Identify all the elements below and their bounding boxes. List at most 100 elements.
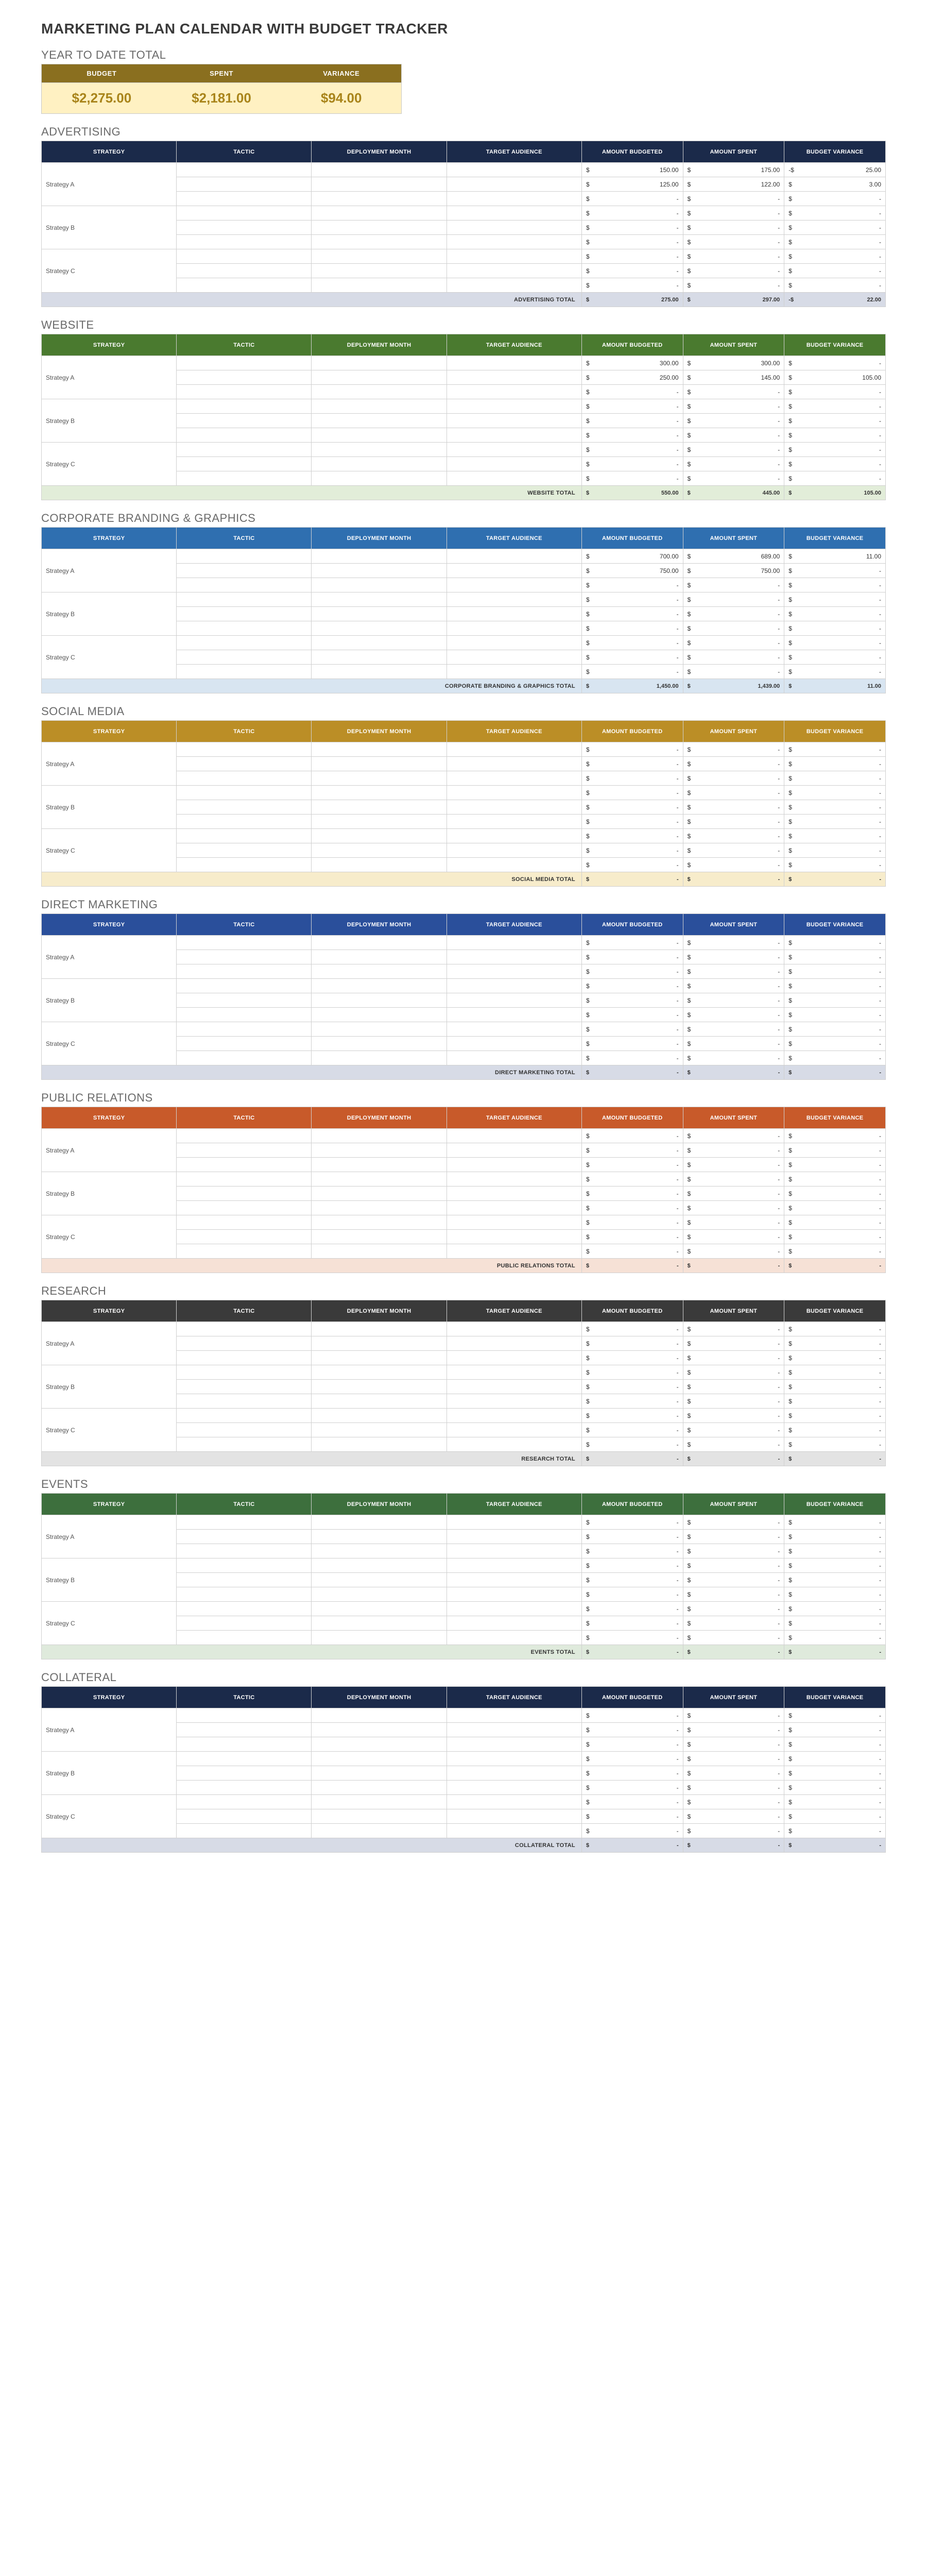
cell[interactable] <box>312 1336 447 1351</box>
cell[interactable] <box>447 1365 581 1380</box>
money-cell[interactable]: $ <box>581 1809 683 1824</box>
money-cell[interactable]: $ <box>581 858 683 872</box>
money-cell[interactable]: $ <box>581 206 683 221</box>
cell[interactable] <box>312 177 447 192</box>
strategy-cell[interactable]: Strategy B <box>42 786 177 829</box>
cell[interactable] <box>312 1230 447 1244</box>
cell[interactable] <box>447 979 581 993</box>
money-cell[interactable]: $ <box>784 1336 886 1351</box>
cell[interactable] <box>447 815 581 829</box>
strategy-cell[interactable]: Strategy B <box>42 1172 177 1215</box>
money-cell[interactable]: $550.00 <box>581 486 683 500</box>
money-cell[interactable]: $ <box>784 1544 886 1558</box>
money-cell[interactable]: $ <box>683 1230 784 1244</box>
cell[interactable] <box>312 428 447 443</box>
cell[interactable] <box>177 650 312 665</box>
money-cell[interactable]: $- <box>581 1838 683 1853</box>
cell[interactable] <box>312 1795 447 1809</box>
cell[interactable] <box>177 1409 312 1423</box>
money-cell[interactable]: $ <box>581 399 683 414</box>
money-cell[interactable]: $ <box>683 1737 784 1752</box>
money-cell[interactable]: $ <box>683 993 784 1008</box>
strategy-cell[interactable]: Strategy A <box>42 742 177 786</box>
cell[interactable] <box>447 1766 581 1781</box>
cell[interactable] <box>177 1587 312 1602</box>
money-cell[interactable]: $ <box>784 964 886 979</box>
money-cell[interactable]: $ <box>581 771 683 786</box>
money-cell[interactable]: $ <box>683 936 784 950</box>
money-cell[interactable]: $300.00 <box>683 356 784 370</box>
cell[interactable] <box>447 1723 581 1737</box>
money-cell[interactable]: $ <box>784 1129 886 1143</box>
money-cell[interactable]: $ <box>683 443 784 457</box>
money-cell[interactable]: $ <box>683 1766 784 1781</box>
money-cell[interactable]: $ <box>581 578 683 592</box>
strategy-cell[interactable]: Strategy C <box>42 636 177 679</box>
cell[interactable] <box>312 1051 447 1065</box>
money-cell[interactable]: $ <box>683 1795 784 1809</box>
cell[interactable] <box>312 592 447 607</box>
cell[interactable] <box>177 665 312 679</box>
money-cell[interactable]: $ <box>581 650 683 665</box>
money-cell[interactable]: $ <box>784 1037 886 1051</box>
cell[interactable] <box>312 636 447 650</box>
money-cell[interactable]: $ <box>784 221 886 235</box>
cell[interactable] <box>177 1008 312 1022</box>
cell[interactable] <box>312 1380 447 1394</box>
money-cell[interactable]: $ <box>581 757 683 771</box>
money-cell[interactable]: $ <box>784 428 886 443</box>
cell[interactable] <box>177 858 312 872</box>
cell[interactable] <box>312 1365 447 1380</box>
cell[interactable] <box>177 1394 312 1409</box>
cell[interactable] <box>177 800 312 815</box>
cell[interactable] <box>312 950 447 964</box>
money-cell[interactable]: $275.00 <box>581 293 683 307</box>
cell[interactable] <box>177 1795 312 1809</box>
money-cell[interactable]: $ <box>784 1809 886 1824</box>
money-cell[interactable]: $- <box>581 1065 683 1080</box>
cell[interactable] <box>177 815 312 829</box>
money-cell[interactable]: $ <box>581 1409 683 1423</box>
cell[interactable] <box>177 264 312 278</box>
money-cell[interactable]: $ <box>784 399 886 414</box>
money-cell[interactable]: $ <box>581 1616 683 1631</box>
strategy-cell[interactable]: Strategy C <box>42 249 177 293</box>
money-cell[interactable]: $ <box>581 1008 683 1022</box>
money-cell[interactable]: $ <box>683 771 784 786</box>
cell[interactable] <box>447 1351 581 1365</box>
money-cell[interactable]: $ <box>581 786 683 800</box>
money-cell[interactable]: $ <box>581 457 683 471</box>
cell[interactable] <box>447 1795 581 1809</box>
cell[interactable] <box>447 356 581 370</box>
cell[interactable] <box>312 278 447 293</box>
cell[interactable] <box>447 1143 581 1158</box>
cell[interactable] <box>447 1423 581 1437</box>
money-cell[interactable]: $ <box>683 592 784 607</box>
money-cell[interactable]: $ <box>784 621 886 636</box>
cell[interactable] <box>312 385 447 399</box>
money-cell[interactable]: $ <box>784 1022 886 1037</box>
money-cell[interactable]: $ <box>581 936 683 950</box>
money-cell[interactable]: $ <box>683 264 784 278</box>
cell[interactable] <box>177 1558 312 1573</box>
money-cell[interactable]: $ <box>683 1723 784 1737</box>
cell[interactable] <box>447 1544 581 1558</box>
cell[interactable] <box>312 665 447 679</box>
cell[interactable] <box>312 1558 447 1573</box>
cell[interactable] <box>177 1129 312 1143</box>
money-cell[interactable]: $ <box>581 592 683 607</box>
money-cell[interactable]: $175.00 <box>683 163 784 177</box>
money-cell[interactable]: $ <box>784 1380 886 1394</box>
money-cell[interactable]: $ <box>683 1037 784 1051</box>
money-cell[interactable]: $ <box>784 1515 886 1530</box>
money-cell[interactable]: -$22.00 <box>784 293 886 307</box>
money-cell[interactable]: $ <box>581 414 683 428</box>
cell[interactable] <box>177 457 312 471</box>
cell[interactable] <box>177 177 312 192</box>
money-cell[interactable]: $ <box>683 1143 784 1158</box>
cell[interactable] <box>312 1008 447 1022</box>
money-cell[interactable]: $ <box>683 1129 784 1143</box>
money-cell[interactable]: $- <box>581 1452 683 1466</box>
cell[interactable] <box>312 1158 447 1172</box>
money-cell[interactable]: $ <box>581 1587 683 1602</box>
